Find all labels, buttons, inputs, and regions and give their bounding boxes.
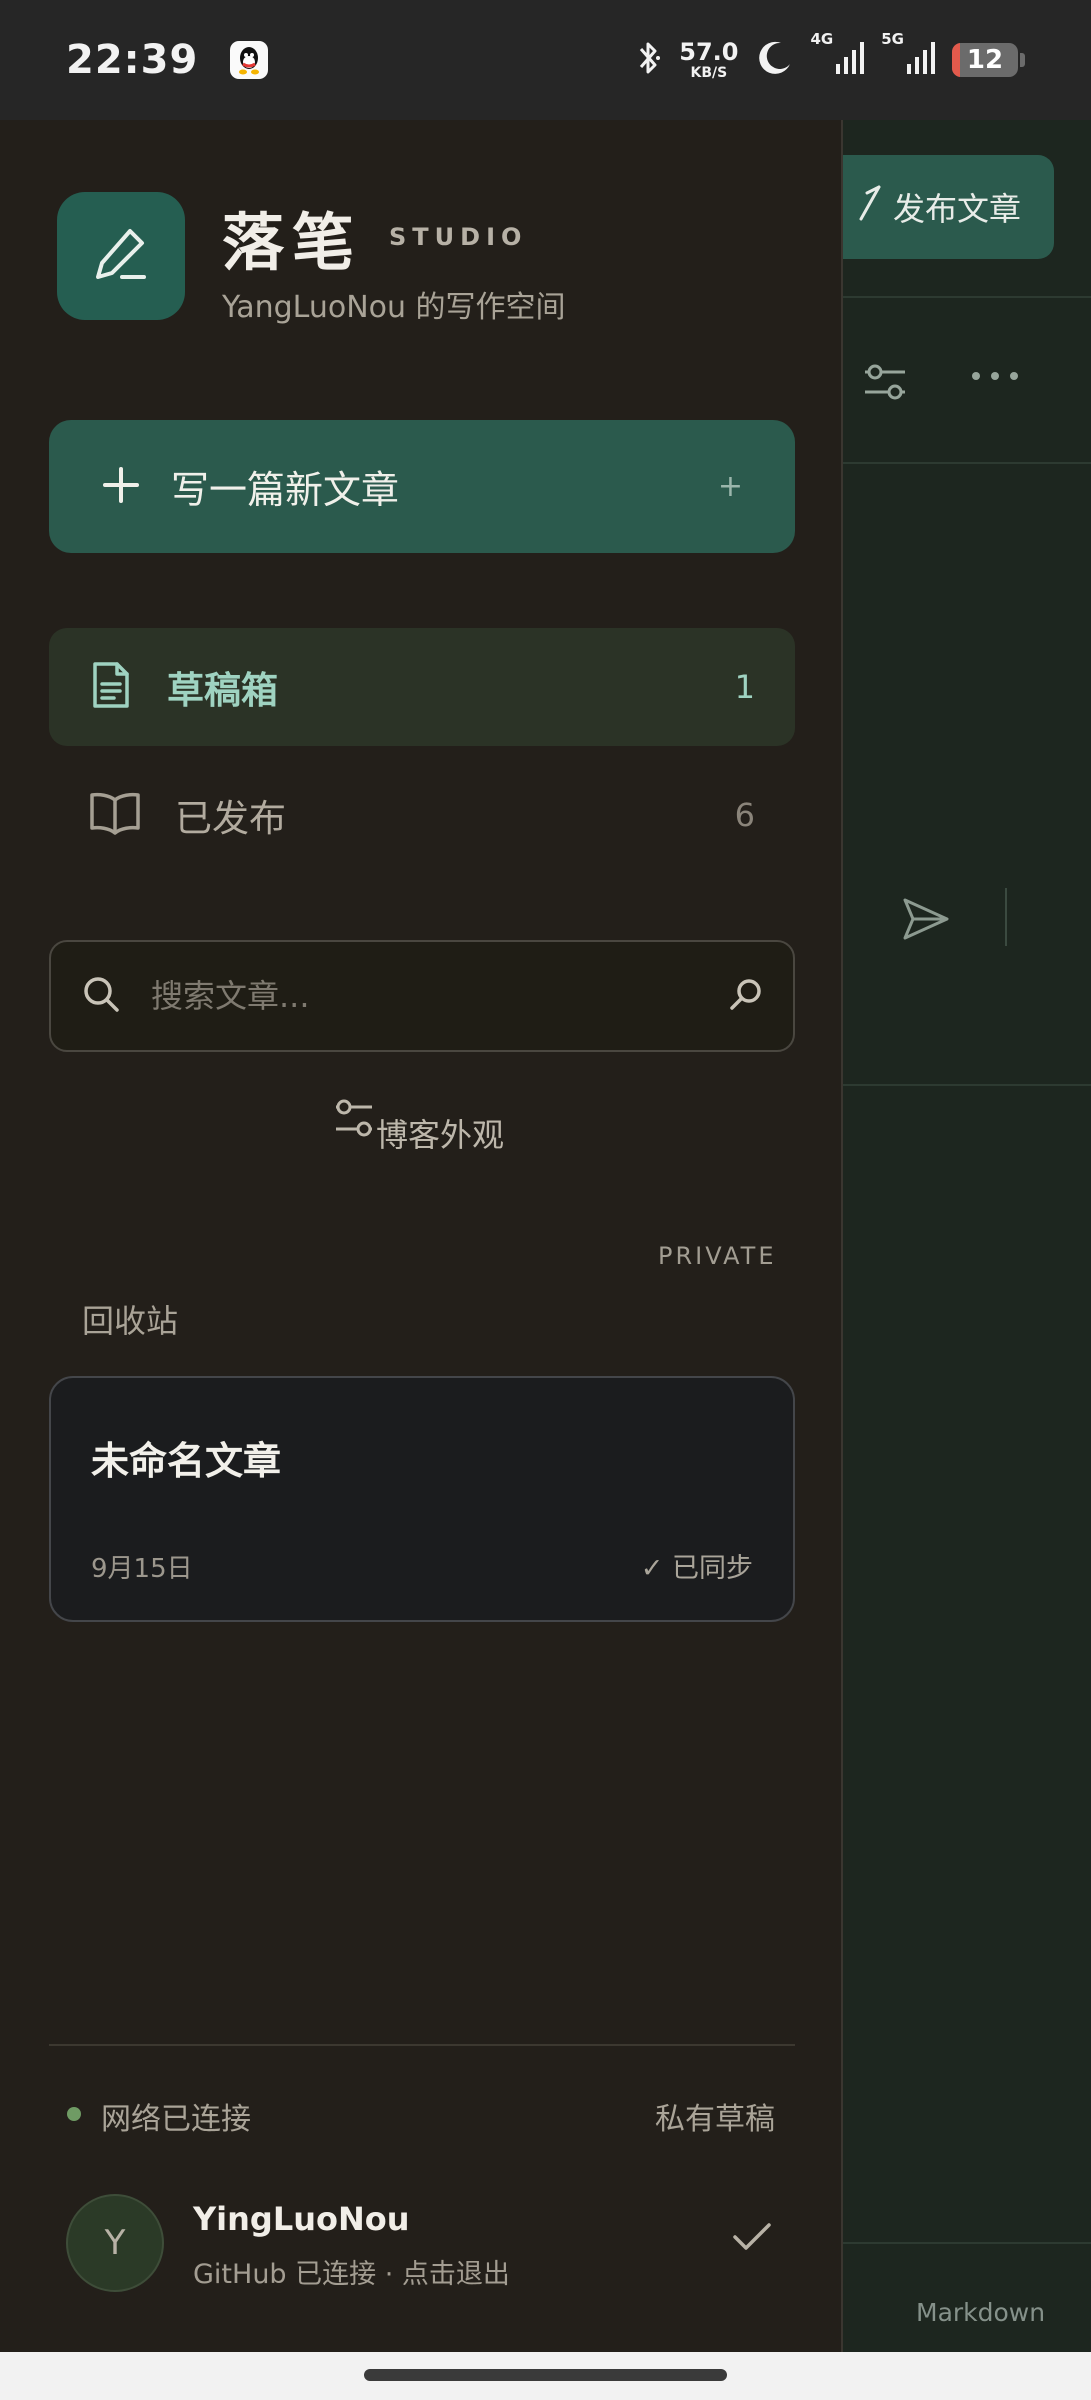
new-post-shortcut: + — [717, 469, 743, 504]
sliders-icon — [334, 1097, 374, 1149]
search-input[interactable] — [151, 977, 729, 1015]
user-account-status[interactable]: GitHub 已连接 · 点击退出 — [193, 2252, 510, 2291]
qq-notification-icon — [230, 41, 269, 79]
network-speed: 57.0 KB/S — [679, 38, 739, 81]
search-box[interactable] — [49, 940, 795, 1052]
nav-count-published: 6 — [734, 796, 755, 834]
editor-divider — [843, 2242, 1091, 2244]
check-icon — [732, 2222, 772, 2256]
nav-count-drafts: 1 — [734, 668, 755, 706]
network-type-5g: 5G — [881, 30, 904, 48]
network-status-dot — [67, 2107, 81, 2121]
new-post-button[interactable]: 写一篇新文章 + — [49, 420, 795, 553]
editor-panel: 发布文章 Markdown — [843, 120, 1091, 2352]
status-time: 22:39 — [66, 37, 199, 83]
brand-subtitle: YangLuoNou 的写作空间 — [222, 290, 566, 325]
battery-tip — [1020, 53, 1025, 67]
blog-appearance-button[interactable]: 博客外观 — [334, 1099, 505, 1156]
publish-button[interactable]: 发布文章 — [843, 155, 1054, 259]
trash-link[interactable]: 回收站 — [82, 1296, 178, 1342]
status-bar: 22:39 57.0 KB/S 4G 5G 12 — [0, 0, 1091, 120]
publish-label: 发布文章 — [893, 190, 1022, 228]
send-icon — [851, 183, 883, 231]
signal-icon — [906, 40, 936, 80]
footer-divider — [49, 2044, 795, 2046]
private-section-label: PRIVATE — [658, 1242, 777, 1270]
moon-icon — [755, 38, 795, 82]
nav-item-published[interactable]: 已发布 6 — [49, 756, 795, 874]
avatar[interactable]: Y — [66, 2194, 164, 2292]
battery-icon: 12 — [952, 43, 1018, 77]
nav-item-drafts[interactable]: 草稿箱 1 — [49, 628, 795, 746]
navigation-drawer: 落笔 STUDIO YangLuoNou 的写作空间 写一篇新文章 + 草稿箱 … — [0, 120, 843, 2352]
brand-tag: STUDIO — [389, 223, 528, 251]
new-post-label: 写一篇新文章 — [171, 468, 400, 512]
search-icon — [81, 974, 121, 1018]
home-gesture-handle[interactable] — [364, 2369, 727, 2381]
bluetooth-icon — [633, 38, 663, 82]
nav-label-published: 已发布 — [175, 797, 286, 840]
signal-icon — [835, 40, 865, 80]
pen-icon — [90, 223, 152, 289]
send-icon[interactable] — [901, 894, 951, 948]
editor-divider — [843, 462, 1091, 464]
system-navigation-bar — [0, 2352, 1091, 2400]
toolbar-separator — [1005, 888, 1007, 946]
post-sync-status: ✓ 已同步 — [640, 1553, 753, 1584]
editor-mode-label[interactable]: Markdown — [916, 2298, 1045, 2327]
editor-divider — [843, 296, 1091, 298]
more-icon[interactable] — [970, 366, 1020, 390]
network-type-4g: 4G — [810, 30, 834, 48]
sliders-icon[interactable] — [863, 360, 907, 408]
post-title: 未命名文章 — [91, 1439, 282, 1483]
user-name[interactable]: YingLuoNou — [193, 2200, 410, 2238]
private-drafts-label: 私有草稿 — [655, 2102, 775, 2137]
document-icon — [89, 660, 133, 714]
search-submit-icon[interactable] — [729, 977, 763, 1015]
post-date: 9月15日 — [91, 1554, 193, 1584]
book-open-icon — [89, 790, 141, 840]
nav-label-drafts: 草稿箱 — [167, 669, 278, 712]
brand-title: 落笔 — [222, 206, 363, 279]
plus-icon — [101, 465, 141, 509]
battery-level: 12 — [966, 45, 1004, 75]
battery-fill — [952, 43, 960, 77]
post-card[interactable]: 未命名文章 9月15日 ✓ 已同步 — [49, 1376, 795, 1622]
app-logo — [57, 192, 185, 320]
network-status: 网络已连接 — [101, 2102, 251, 2137]
editor-divider — [843, 1084, 1091, 1086]
blog-appearance-label: 博客外观 — [376, 1116, 505, 1154]
